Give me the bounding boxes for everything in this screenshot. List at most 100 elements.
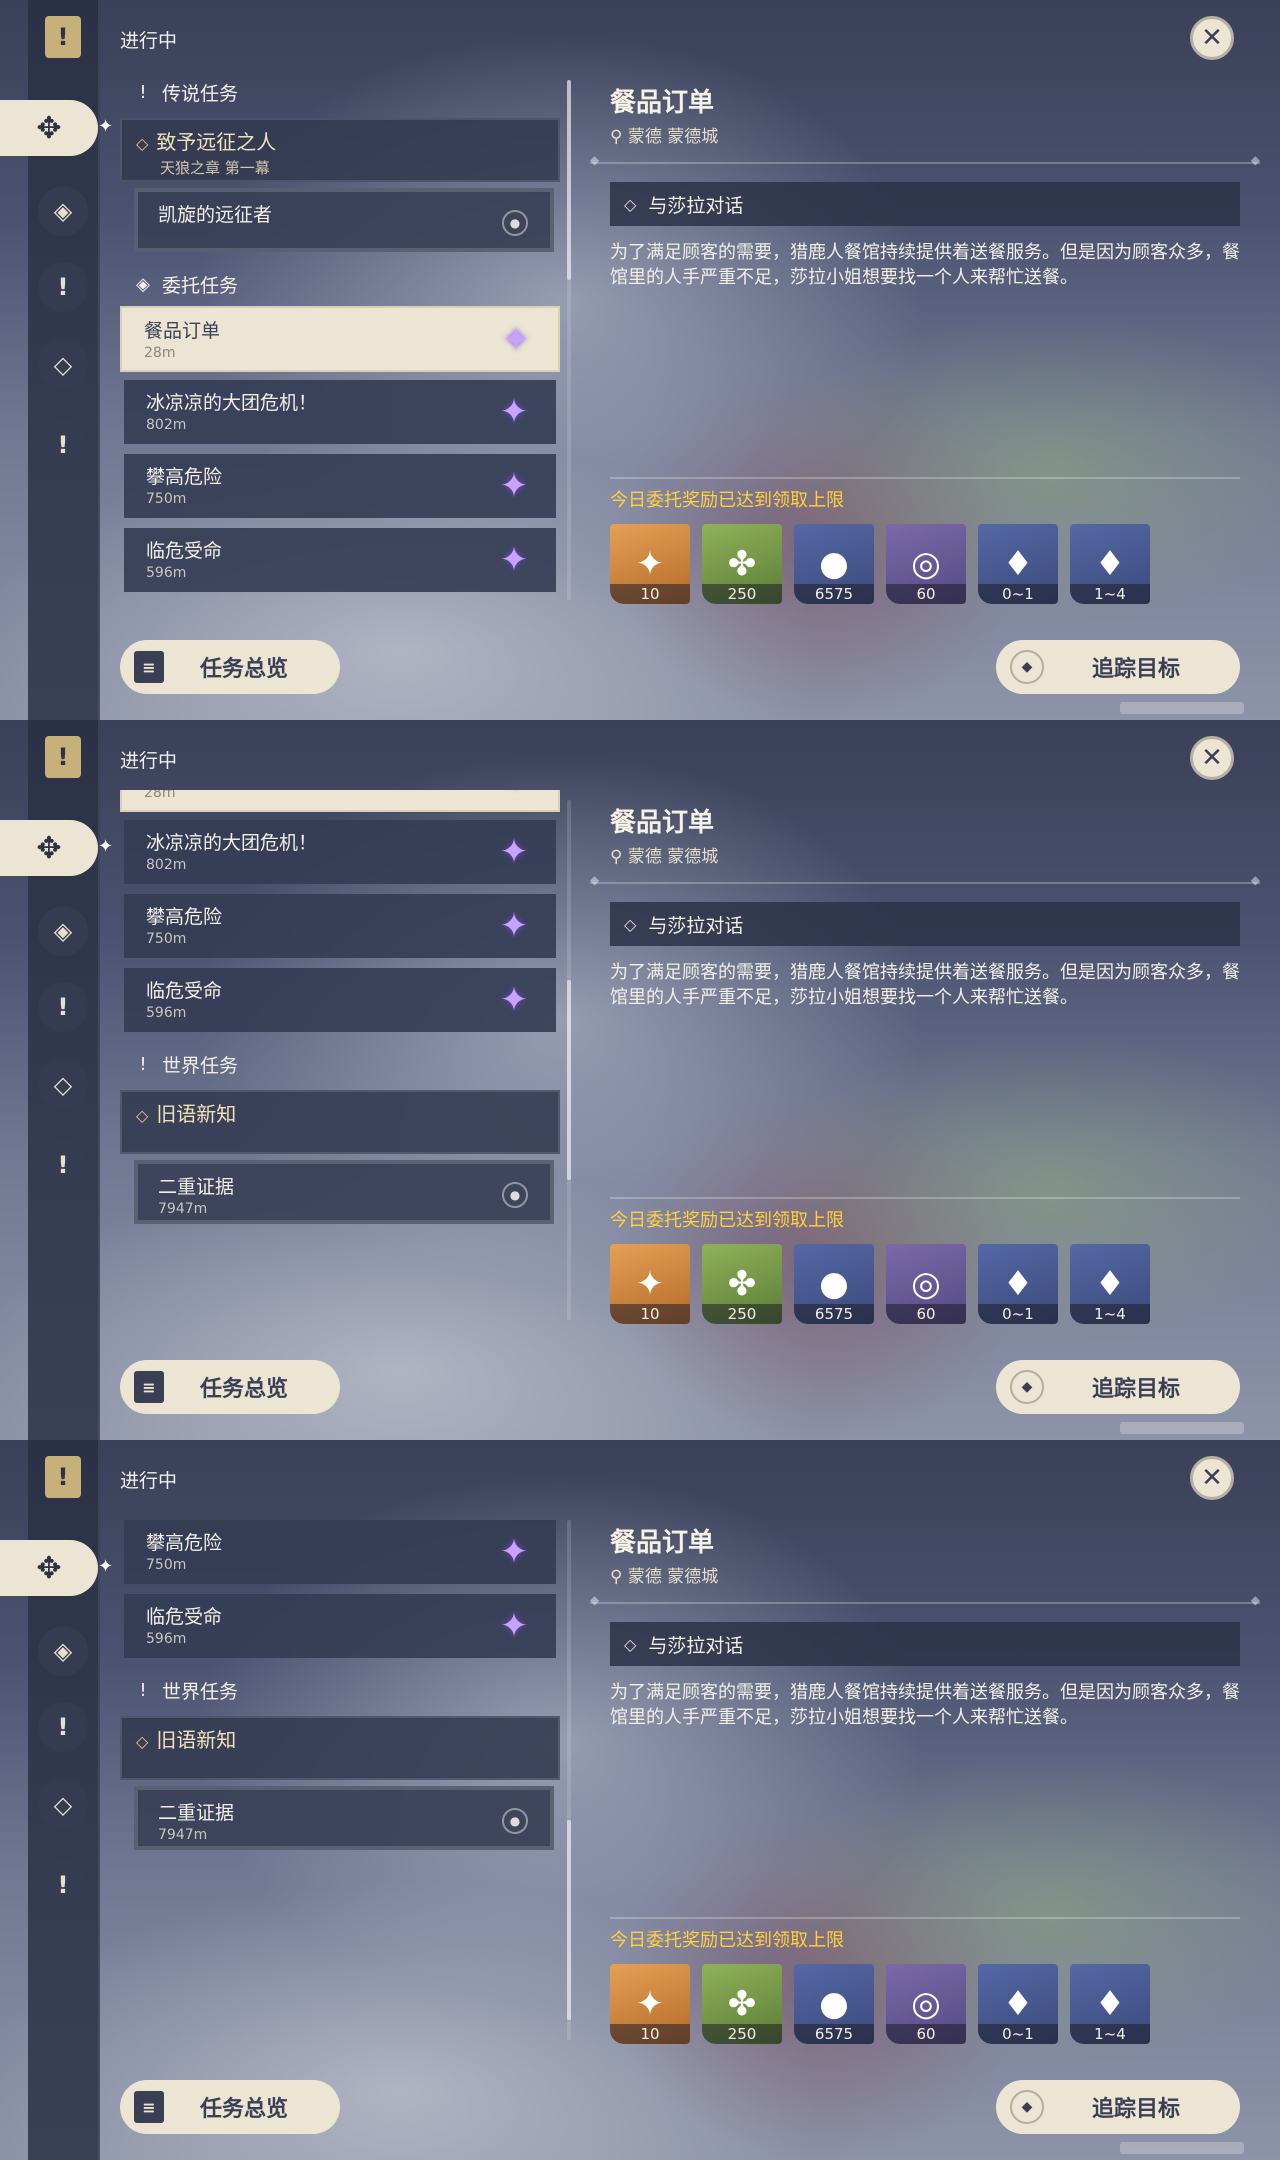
location-icon: ⚲: [610, 1567, 628, 1587]
location-pin-icon[interactable]: ●: [502, 1808, 528, 1834]
commission-item[interactable]: 冰凉凉的大团危机！ 802m ✦: [124, 380, 556, 444]
close-button[interactable]: ✕: [1190, 16, 1234, 60]
companionship-exp-icon[interactable]: ✤ 250: [702, 1244, 782, 1324]
story-quest-icon[interactable]: !: [38, 982, 88, 1032]
commission-star-icon: ✦: [499, 1606, 529, 1646]
track-diamond-icon: ◆: [1010, 2090, 1044, 2124]
commission-item[interactable]: 攀高危险 750m ✦: [124, 1520, 556, 1584]
close-button[interactable]: ✕: [1190, 1456, 1234, 1500]
mora-icon[interactable]: ● 6575: [794, 1964, 874, 2044]
reward-divider: [610, 1917, 1240, 1919]
track-target-button[interactable]: ◆ 追踪目标: [996, 640, 1240, 694]
commission-star-icon: ✦: [499, 1532, 529, 1572]
adventure-exp-icon[interactable]: ✦ 10: [610, 524, 690, 604]
crystal-cluster-icon[interactable]: ♦ 1~4: [1070, 1244, 1150, 1324]
track-bar: [1120, 702, 1244, 714]
sidebar-item-all-quests[interactable]: ✥: [0, 1540, 98, 1596]
world-quest-item[interactable]: ◇ 旧语新知: [120, 1716, 560, 1780]
scrollbar[interactable]: [567, 1520, 571, 2040]
archon-quest-icon[interactable]: ◈: [38, 906, 88, 956]
story-quest-icon[interactable]: !: [38, 1702, 88, 1752]
world-quest-category-icon: !: [139, 1679, 147, 1701]
scroll-thumb[interactable]: [567, 80, 571, 280]
world-quest-icon[interactable]: !: [38, 1860, 88, 1910]
adventure-exp-icon[interactable]: ✦ 10: [610, 1964, 690, 2044]
mora-icon[interactable]: ● 6575: [794, 1244, 874, 1324]
quest-objective: ◇ 与莎拉对话: [610, 182, 1240, 226]
world-quest-icon[interactable]: !: [38, 420, 88, 470]
commission-filter-icon[interactable]: ◇: [38, 1780, 88, 1830]
location-pin-icon[interactable]: ●: [502, 210, 528, 236]
primogem-icon[interactable]: ◎ 60: [886, 524, 966, 604]
world-subquest[interactable]: 二重证据 7947m ●: [134, 1160, 554, 1224]
commission-item[interactable]: 临危受命 596m ✦: [124, 528, 556, 592]
scroll-thumb[interactable]: [567, 980, 571, 1180]
quest-book-icon[interactable]: !: [45, 16, 81, 58]
legend-quest-item[interactable]: ◇ 致予远征之人 天狼之章 第一幕: [120, 118, 560, 182]
commission-item[interactable]: 攀高危险 750m ✦: [124, 454, 556, 518]
quest-overview-button[interactable]: ≡ 任务总览: [120, 1360, 340, 1414]
companionship-exp-icon[interactable]: ✤ 250: [702, 524, 782, 604]
archon-quest-icon[interactable]: ◈: [38, 186, 88, 236]
quest-description: 为了满足顾客的需要，猎鹿人餐馆持续提供着送餐服务。但是因为顾客众多，餐馆里的人手…: [610, 962, 1240, 1008]
quest-objective: ◇ 与莎拉对话: [610, 1622, 1240, 1666]
companionship-exp-icon[interactable]: ✤ 250: [702, 1964, 782, 2044]
divider: [590, 153, 1260, 167]
commission-filter-icon[interactable]: ◇: [38, 1060, 88, 1110]
quest-description: 为了满足顾客的需要，猎鹿人餐馆持续提供着送餐服务。但是因为顾客众多，餐馆里的人手…: [610, 242, 1240, 288]
commission-item[interactable]: 临危受命 596m ✦: [124, 1594, 556, 1658]
world-quest-icon[interactable]: !: [38, 1140, 88, 1190]
legend-subquest[interactable]: 凯旋的远征者 ●: [134, 188, 554, 252]
commission-item-selected[interactable]: 餐品订单 28m ✦: [120, 790, 560, 812]
story-quest-icon[interactable]: !: [38, 262, 88, 312]
adventure-exp-icon[interactable]: ✦ 10: [610, 1244, 690, 1324]
quest-book-icon[interactable]: !: [45, 1456, 81, 1498]
quest-list: ! 传说任务 ◇ 致予远征之人 天狼之章 第一幕 凯旋的远征者 ● ◈ 委托任务 …: [120, 70, 560, 610]
sidebar-item-all-quests[interactable]: ✥: [0, 100, 98, 156]
location-icon: ⚲: [610, 127, 628, 147]
mora-icon[interactable]: ● 6575: [794, 524, 874, 604]
crystal-icon[interactable]: ♦ 0~1: [978, 1964, 1058, 2044]
crystal-icon[interactable]: ♦ 0~1: [978, 1244, 1058, 1324]
quest-title: 餐品订单: [610, 88, 715, 118]
archon-quest-icon[interactable]: ◈: [38, 1626, 88, 1676]
category-world: ! 世界任务: [120, 1042, 560, 1086]
crystal-cluster-icon[interactable]: ♦ 1~4: [1070, 1964, 1150, 2044]
track-bar: [1120, 1422, 1244, 1434]
location-icon: ⚲: [610, 847, 628, 867]
quest-overview-button[interactable]: ≡ 任务总览: [120, 640, 340, 694]
sparkle-icon: ✦: [98, 116, 114, 137]
overview-icon: ≡: [134, 1371, 164, 1403]
commission-item[interactable]: 冰凉凉的大团危机！ 802m ✦: [124, 820, 556, 884]
world-quest-item[interactable]: ◇ 旧语新知: [120, 1090, 560, 1154]
progress-label: 进行中: [120, 750, 178, 772]
reward-limit-note: 今日委托奖励已达到领取上限: [610, 1930, 844, 1951]
commission-item-selected[interactable]: 餐品订单 28m ✦: [120, 306, 560, 372]
location-pin-icon[interactable]: ●: [502, 1182, 528, 1208]
commission-filter-icon[interactable]: ◇: [38, 340, 88, 390]
close-button[interactable]: ✕: [1190, 736, 1234, 780]
quest-overview-button[interactable]: ≡ 任务总览: [120, 2080, 340, 2134]
quest-book-icon[interactable]: !: [45, 736, 81, 778]
commission-item[interactable]: 临危受命 596m ✦: [124, 968, 556, 1032]
track-target-button[interactable]: ◆ 追踪目标: [996, 2080, 1240, 2134]
category-legend: ! 传说任务: [120, 70, 560, 114]
crystal-icon[interactable]: ♦ 0~1: [978, 524, 1058, 604]
primogem-icon[interactable]: ◎ 60: [886, 1244, 966, 1324]
divider: [590, 873, 1260, 887]
scroll-thumb[interactable]: [567, 1820, 571, 2020]
sidebar-item-all-quests[interactable]: ✥: [0, 820, 98, 876]
track-target-button[interactable]: ◆ 追踪目标: [996, 1360, 1240, 1414]
category-commission: ◈ 委托任务: [120, 262, 560, 306]
world-subquest[interactable]: 二重证据 7947m ●: [134, 1786, 554, 1850]
reward-divider: [610, 477, 1240, 479]
quest-description: 为了满足顾客的需要，猎鹿人餐馆持续提供着送餐服务。但是因为顾客众多，餐馆里的人手…: [610, 1682, 1240, 1728]
scrollbar[interactable]: [567, 800, 571, 1320]
commission-item[interactable]: 攀高危险 750m ✦: [124, 894, 556, 958]
reward-list: ✦ 10 ✤ 250 ● 6575 ◎ 60 ♦ 0~1 ♦ 1~4: [610, 1244, 1150, 1324]
reward-divider: [610, 1197, 1240, 1199]
reward-limit-note: 今日委托奖励已达到领取上限: [610, 490, 844, 511]
primogem-icon[interactable]: ◎ 60: [886, 1964, 966, 2044]
scrollbar[interactable]: [567, 80, 571, 600]
crystal-cluster-icon[interactable]: ♦ 1~4: [1070, 524, 1150, 604]
